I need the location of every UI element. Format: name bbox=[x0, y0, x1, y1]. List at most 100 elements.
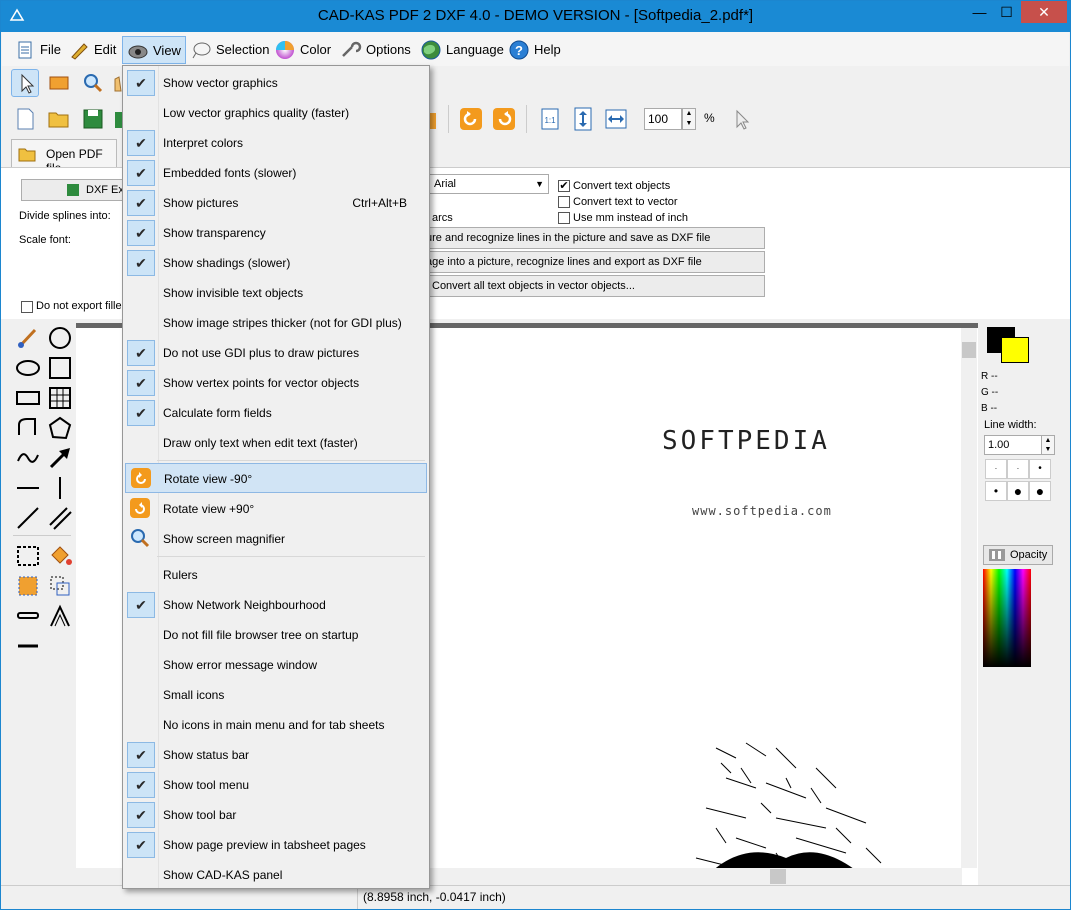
tool-icon bbox=[429, 113, 436, 129]
diagonal-line-tool[interactable] bbox=[15, 505, 41, 531]
menu-item-low-quality[interactable]: Low vector graphics quality (faster) bbox=[125, 98, 427, 128]
menu-item-no-gdi-plus[interactable]: ✔ Do not use GDI plus to draw pictures bbox=[125, 338, 427, 368]
menu-item-small-icons[interactable]: Small icons bbox=[125, 680, 427, 710]
vline-tool[interactable] bbox=[47, 475, 73, 501]
line-width-input[interactable]: 1.00 bbox=[984, 435, 1042, 455]
menu-item-rotate-left[interactable]: Rotate view -90° bbox=[125, 463, 427, 493]
menu-options[interactable]: Options bbox=[336, 36, 415, 64]
convert-text-vector-checkbox[interactable] bbox=[558, 196, 570, 208]
menu-item-vertex-points[interactable]: ✔ Show vertex points for vector objects bbox=[125, 368, 427, 398]
menu-item-tool-bar[interactable]: ✔ Show tool bar bbox=[125, 800, 427, 830]
move-tool[interactable] bbox=[47, 573, 73, 599]
scrollbar-thumb[interactable] bbox=[962, 342, 976, 358]
menu-item-form-fields[interactable]: ✔ Calculate form fields bbox=[125, 398, 427, 428]
ellipse-tool[interactable] bbox=[15, 355, 41, 381]
angle-tool[interactable] bbox=[47, 603, 73, 629]
tab-open-pdf[interactable]: Open PDF file bbox=[11, 139, 117, 175]
menu-item-cadkas-panel[interactable]: Show CAD-KAS panel bbox=[125, 860, 427, 890]
menu-item-page-preview[interactable]: ✔ Show page preview in tabsheet pages bbox=[125, 830, 427, 860]
transform-tool[interactable] bbox=[15, 573, 41, 599]
double-line-tool[interactable] bbox=[47, 505, 73, 531]
use-mm-checkbox[interactable] bbox=[558, 212, 570, 224]
menu-item-error-window[interactable]: Show error message window bbox=[125, 650, 427, 680]
dot-size-1[interactable]: · bbox=[985, 459, 1007, 479]
arc-tool[interactable] bbox=[15, 415, 41, 441]
font-select[interactable]: Arial ▼ bbox=[429, 174, 549, 194]
menu-selection[interactable]: Selection bbox=[186, 36, 273, 64]
circle-tool[interactable] bbox=[47, 325, 73, 351]
maximize-button[interactable]: ☐ bbox=[993, 1, 1020, 23]
menu-item-no-icons[interactable]: No icons in main menu and for tab sheets bbox=[125, 710, 427, 740]
dot-size-5[interactable]: ● bbox=[1007, 481, 1029, 501]
line-width-stepper[interactable]: ▲ ▼ bbox=[1041, 435, 1055, 455]
zoom-stepper[interactable]: ▲ ▼ bbox=[682, 108, 696, 130]
polygon-tool[interactable] bbox=[47, 415, 73, 441]
pointer-tool-button[interactable] bbox=[727, 105, 755, 133]
minimize-button[interactable]: — bbox=[966, 1, 993, 23]
menu-item-screen-magnifier[interactable]: Show screen magnifier bbox=[125, 524, 427, 554]
actual-size-button[interactable]: 1:1 bbox=[537, 105, 565, 133]
brush-tool[interactable] bbox=[15, 325, 41, 351]
select-tool-button[interactable] bbox=[11, 69, 39, 97]
dot-size-3[interactable]: • bbox=[1029, 459, 1051, 479]
vertical-scrollbar[interactable] bbox=[961, 328, 977, 868]
menu-item-interpret-colors[interactable]: ✔ Interpret colors bbox=[125, 128, 427, 158]
short-line-tool[interactable] bbox=[15, 633, 41, 659]
menu-item-rulers[interactable]: Rulers bbox=[125, 560, 427, 590]
menu-item-tool-menu[interactable]: ✔ Show tool menu bbox=[125, 770, 427, 800]
convert-text-button[interactable]: Convert all text objects in vector objec… bbox=[421, 275, 765, 297]
arrow-tool[interactable] bbox=[47, 445, 73, 471]
menu-file[interactable]: File bbox=[10, 36, 65, 64]
dxf-export-button[interactable]: DXF Exp bbox=[21, 179, 125, 201]
menu-help[interactable]: ? Help bbox=[504, 36, 565, 64]
do-not-export-checkbox[interactable] bbox=[21, 301, 33, 313]
curve-tool[interactable] bbox=[15, 445, 41, 471]
open-folder-button[interactable] bbox=[45, 105, 73, 133]
opacity-button[interactable]: Opacity bbox=[983, 545, 1053, 565]
recognize-export-button[interactable]: age into a picture, recognize lines and … bbox=[421, 251, 765, 273]
save-button[interactable] bbox=[79, 105, 107, 133]
menu-view[interactable]: View bbox=[122, 36, 186, 64]
fill-tool[interactable] bbox=[47, 543, 73, 569]
rectangle-tool[interactable] bbox=[15, 385, 41, 411]
hline-tool[interactable] bbox=[15, 475, 41, 501]
menu-item-image-stripes[interactable]: Show image stripes thicker (not for GDI … bbox=[125, 308, 427, 338]
fit-height-button[interactable] bbox=[569, 105, 597, 133]
menu-item-draw-only-text[interactable]: Draw only text when edit text (faster) bbox=[125, 428, 427, 458]
menu-item-rotate-right[interactable]: Rotate view +90° bbox=[125, 494, 427, 524]
fit-width-button[interactable] bbox=[602, 105, 630, 133]
dot-size-4[interactable]: • bbox=[985, 481, 1007, 501]
dot-size-6[interactable]: ● bbox=[1029, 481, 1051, 501]
thick-line-tool[interactable] bbox=[15, 603, 41, 629]
square-tool[interactable] bbox=[47, 355, 73, 381]
menu-item-network-neighbourhood[interactable]: ✔ Show Network Neighbourhood bbox=[125, 590, 427, 620]
zoom-tool-button[interactable] bbox=[79, 69, 107, 97]
grid-tool[interactable] bbox=[47, 385, 73, 411]
menu-item-status-bar[interactable]: ✔ Show status bar bbox=[125, 740, 427, 770]
rotate-left-button[interactable] bbox=[457, 105, 485, 133]
menu-item-show-vector-graphics[interactable]: ✔ Show vector graphics bbox=[125, 68, 427, 98]
menu-language[interactable]: Language bbox=[416, 36, 508, 64]
menu-item-invisible-text[interactable]: Show invisible text objects bbox=[125, 278, 427, 308]
hscrollbar-thumb[interactable] bbox=[770, 869, 786, 884]
close-button[interactable]: ✕ bbox=[1021, 1, 1067, 23]
fill-color-swatch[interactable] bbox=[1001, 337, 1029, 363]
menu-item-show-pictures[interactable]: ✔ Show pictures Ctrl+Alt+B bbox=[125, 188, 427, 218]
recognize-save-button[interactable]: ure and recognize lines in the picture a… bbox=[421, 227, 765, 249]
new-file-button[interactable] bbox=[11, 105, 39, 133]
menu-edit[interactable]: Edit bbox=[64, 36, 120, 64]
rotate-right-button[interactable] bbox=[490, 105, 518, 133]
marquee-tool-button[interactable] bbox=[45, 69, 73, 97]
select-rect-tool[interactable] bbox=[15, 543, 41, 569]
zoom-input[interactable]: 100 bbox=[644, 108, 682, 130]
dot-size-2[interactable]: · bbox=[1007, 459, 1029, 479]
menu-item-no-fill-browser[interactable]: Do not fill file browser tree on startup bbox=[125, 620, 427, 650]
menu-color[interactable]: Color bbox=[270, 36, 335, 64]
toolbar-partial-button[interactable] bbox=[429, 107, 437, 135]
convert-text-objects-checkbox[interactable]: ✔ bbox=[558, 180, 570, 192]
color-palette[interactable] bbox=[983, 569, 1031, 667]
menu-item-embedded-fonts[interactable]: ✔ Embedded fonts (slower) bbox=[125, 158, 427, 188]
menu-item-show-shadings[interactable]: ✔ Show shadings (slower) bbox=[125, 248, 427, 278]
menu-item-show-transparency[interactable]: ✔ Show transparency bbox=[125, 218, 427, 248]
menu-selection-label: Selection bbox=[216, 42, 270, 57]
